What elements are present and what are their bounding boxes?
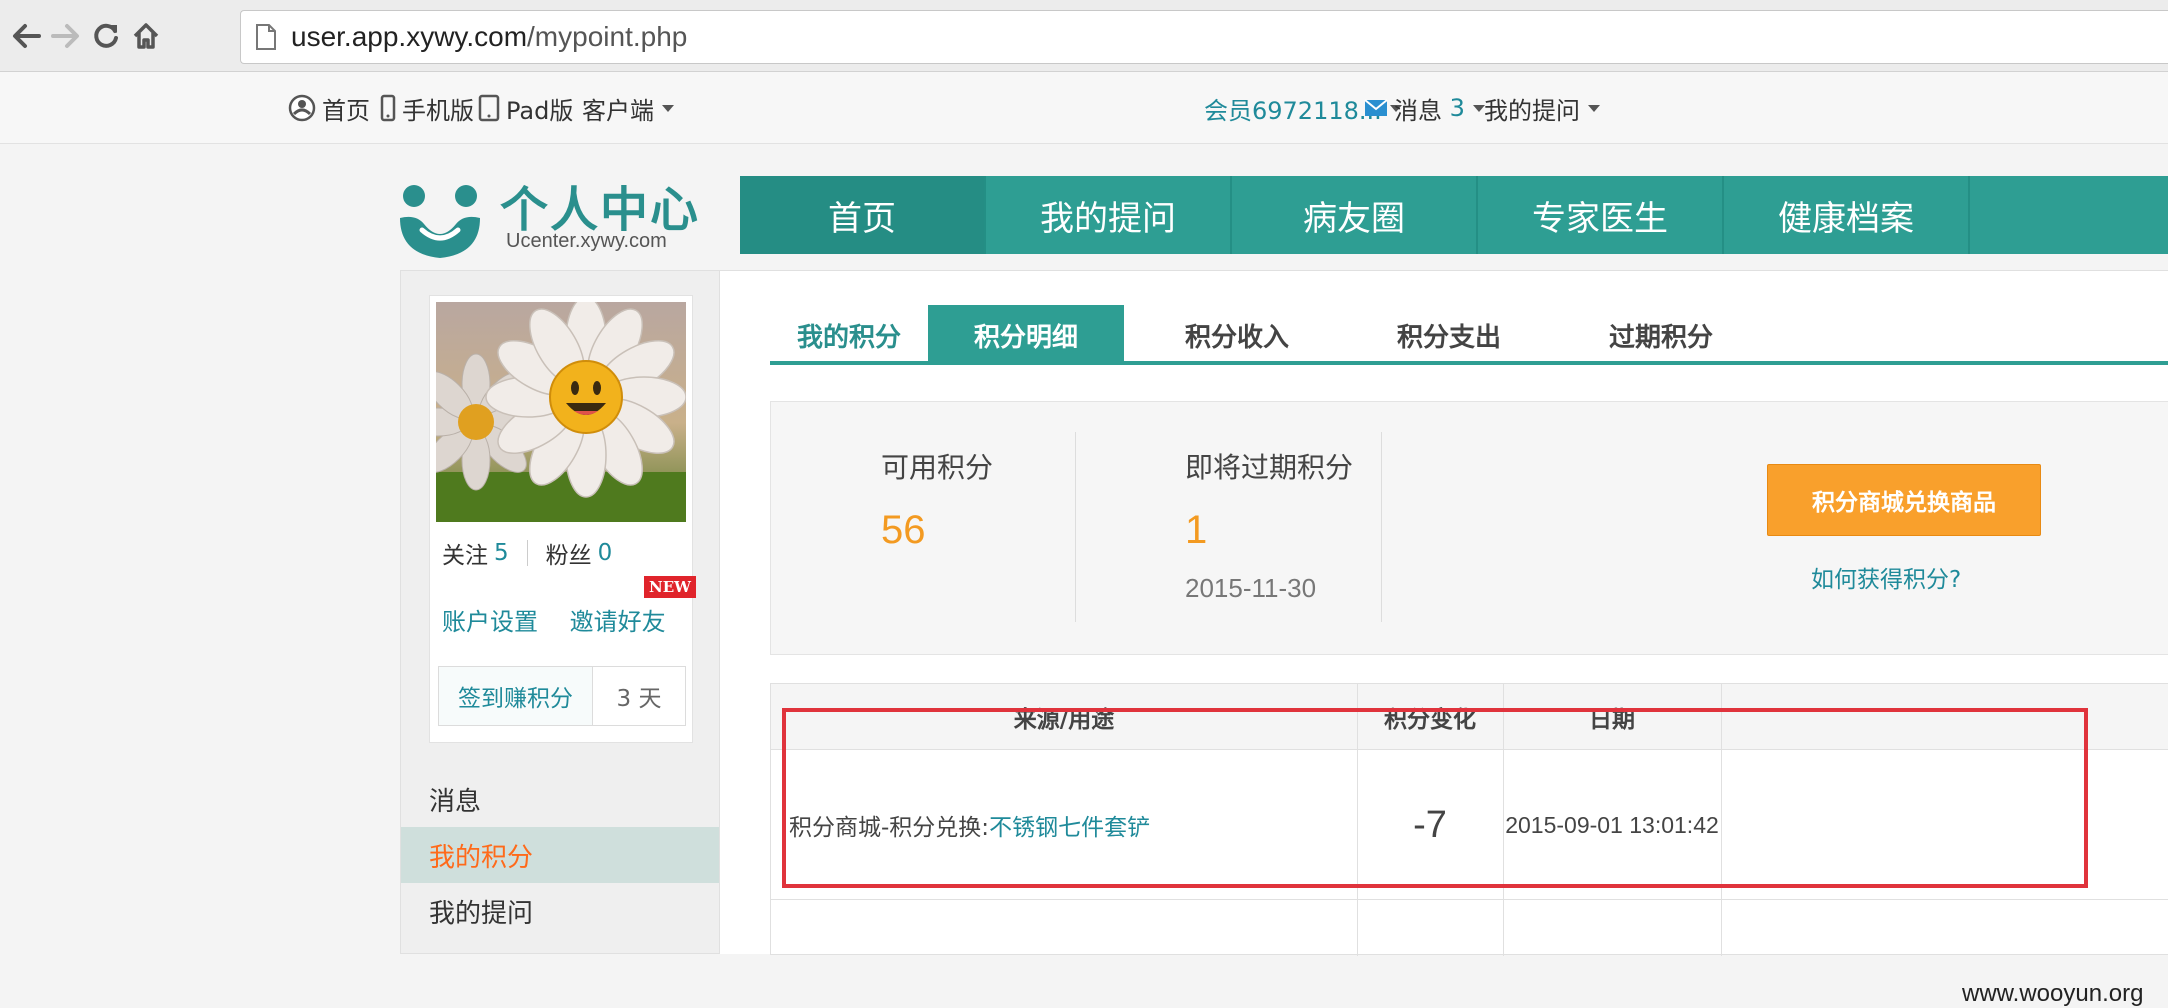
side-menu: 消息 我的积分 我的提问 [401,771,719,939]
points-mall-button[interactable]: 积分商城兑换商品 [1767,464,2041,536]
tab-my-points[interactable]: 我的积分 [770,305,928,365]
summary-divider [1075,432,1076,622]
points-tabs: 我的积分 积分明细 积分收入 积分支出 过期积分 [770,305,2168,365]
site-topbar: 首页 手机版 Pad版 客户端 会员6972118... 消息 3 我的提问 [0,72,2168,144]
table-row: 积分商城-积分兑换: 不锈钢七件套铲 -7 2015-09-01 13:01:42 [771,750,2168,900]
member-name: 会员6972118... [1204,96,1382,125]
follow-count[interactable]: 5 [494,540,509,566]
mobile-phone-icon [380,94,396,122]
stats-divider [526,540,528,566]
topbar-client-dropdown[interactable]: 客户端 [582,90,674,126]
my-questions-dropdown[interactable]: 我的提问 [1484,90,1600,126]
nav-patient-circle[interactable]: 病友圈 [1232,176,1478,254]
row-change: -7 [1413,803,1447,846]
account-settings-link[interactable]: 账户设置 [442,608,538,636]
nav-home[interactable]: 首页 [740,176,986,254]
sidebar-item-my-points[interactable]: 我的积分 [401,827,719,883]
messages-count: 3 [1449,94,1465,122]
topbar-home-label: 首页 [322,96,370,125]
fans-label: 粉丝 [545,543,592,569]
nav-my-questions[interactable]: 我的提问 [986,176,1232,254]
back-arrow-icon [13,24,41,48]
available-points: 可用积分 56 [881,432,993,622]
points-detail-table: 来源/用途 积分变化 日期 积分商城-积分兑换: 不锈钢七件套铲 -7 2015-… [770,683,2168,956]
row-source: 积分商城-积分兑换: 不锈钢七件套铲 [789,750,1150,900]
profile-links: 账户设置 邀请好友 [442,602,666,637]
ucenter-logo-icon [400,185,480,258]
expiring-points: 即将过期积分 1 2015-11-30 [1185,432,1353,622]
topbar-pad-link[interactable]: Pad版 [478,90,573,126]
reload-button[interactable] [84,14,128,58]
page-icon [256,24,276,50]
my-questions-label: 我的提问 [1484,96,1580,125]
topbar-mobile-label: 手机版 [402,96,474,125]
back-button[interactable] [4,14,48,58]
header-date: 日期 [1589,707,1635,733]
follow-label: 关注 [442,543,488,569]
available-value: 56 [881,508,926,552]
signin-box: 签到赚积分 3 天 [438,666,686,726]
topbar-client-label: 客户端 [582,96,654,125]
tab-points-expense[interactable]: 积分支出 [1346,305,1552,365]
address-bar[interactable]: user.app.xywy.com/mypoint.php [240,10,2168,64]
sidebar: 关注 5 粉丝 0 NEW 账户设置 邀请好友 签到赚积分 3 天 消息 我的积… [400,270,720,954]
topbar-mobile-link[interactable]: 手机版 [380,90,474,126]
envelope-icon [1364,99,1388,116]
invite-friends-link[interactable]: 邀请好友 [570,608,666,636]
browser-toolbar: user.app.xywy.com/mypoint.php [0,0,2168,72]
tab-points-income[interactable]: 积分收入 [1134,305,1340,365]
main-content: 我的积分 积分明细 积分收入 积分支出 过期积分 可用积分 56 即将过期积分 … [720,270,2168,956]
sidebar-item-my-questions[interactable]: 我的提问 [401,883,719,939]
site-logo-icon [288,94,316,122]
row-source-prefix: 积分商城-积分兑换: [789,815,990,841]
profile-card: 关注 5 粉丝 0 NEW 账户设置 邀请好友 签到赚积分 3 天 [429,295,696,743]
home-button[interactable] [124,14,168,58]
watermark: www.wooyun.org [1962,980,2144,1007]
available-label: 可用积分 [881,451,994,484]
topbar-pad-label: Pad版 [506,96,574,125]
row-source-item-link[interactable]: 不锈钢七件套铲 [989,808,1150,842]
url-text: user.app.xywy.com/mypoint.php [291,21,687,53]
tab-expired-points[interactable]: 过期积分 [1558,305,1764,365]
topbar-home-link[interactable]: 首页 [288,90,370,126]
chevron-down-icon [1588,104,1600,112]
expiring-value: 1 [1185,508,1208,552]
signin-days: 3 天 [616,686,662,712]
points-summary: 可用积分 56 即将过期积分 1 2015-11-30 积分商城兑换商品 如何获… [770,401,2168,655]
reload-icon [94,23,118,48]
url-path: /mypoint.php [527,21,688,52]
url-host: user.app.xywy.com [291,21,528,52]
row-date: 2015-09-01 13:01:42 [1505,811,1719,838]
ucenter-logo[interactable]: 个人中心 Ucenter.xywy.com [400,170,710,260]
messages-dropdown[interactable]: 消息 3 [1364,90,1485,126]
summary-divider [1381,432,1382,622]
messages-label: 消息 [1394,96,1442,125]
forward-button[interactable] [44,14,88,58]
daisy-avatar-image [436,302,686,522]
expiring-date: 2015-11-30 [1185,573,1317,603]
logo-subtitle: Ucenter.xywy.com [506,230,667,252]
page: 首页 手机版 Pad版 客户端 会员6972118... 消息 3 我的提问 个… [0,72,2168,1007]
nav-health-records[interactable]: 健康档案 [1724,176,1970,254]
expiring-label: 即将过期积分 [1185,451,1354,484]
avatar[interactable] [436,302,686,522]
forward-arrow-icon [51,24,79,48]
chevron-down-icon [662,104,674,112]
follow-stats: 关注 5 粉丝 0 [442,536,682,570]
how-to-earn-link[interactable]: 如何获得积分? [1811,560,1961,594]
signin-button[interactable]: 签到赚积分 [439,667,593,725]
header-source: 来源/用途 [1013,707,1115,733]
tablet-icon [478,94,500,122]
table-header: 来源/用途 积分变化 日期 [771,684,2168,750]
main-nav: 首页 我的提问 病友圈 专家医生 健康档案 [740,176,2168,254]
sidebar-item-messages[interactable]: 消息 [401,771,719,827]
fans-count[interactable]: 0 [598,540,613,566]
header-change: 积分变化 [1384,707,1476,733]
nav-expert-doctors[interactable]: 专家医生 [1478,176,1724,254]
tab-points-detail[interactable]: 积分明细 [928,305,1124,365]
home-icon [133,23,159,49]
new-badge: NEW [644,576,696,598]
